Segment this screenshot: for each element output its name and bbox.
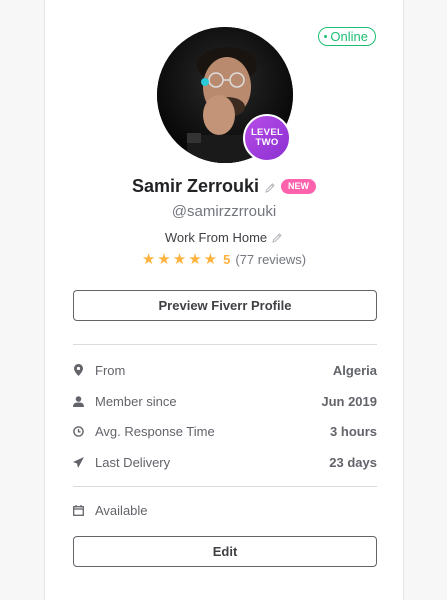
seller-tagline: Work From Home (164, 230, 268, 245)
review-count[interactable]: (77 reviews) (235, 252, 306, 267)
online-label: Online (330, 29, 368, 44)
online-status-badge: Online (318, 27, 376, 46)
edit-name-pencil-icon[interactable] (264, 181, 276, 193)
seller-level-badge: LEVEL TWO (243, 114, 291, 162)
level-line-2: TWO (255, 137, 279, 148)
stat-member-since: Member since Jun 2019 (73, 392, 377, 410)
stat-label: Last Delivery (95, 454, 171, 470)
stat-last-delivery: Last Delivery 23 days (73, 453, 377, 471)
divider (73, 344, 377, 345)
stat-from: From Algeria (73, 361, 377, 379)
availability-label: Available (95, 503, 148, 518)
stat-value: 3 hours (330, 423, 377, 439)
rating-value: 5 (223, 252, 231, 267)
seller-profile-card: Online LEVEL TWO Samir Zerrouki NEW @sam… (44, 0, 404, 600)
divider (73, 486, 377, 487)
star-icon: ★ (172, 251, 187, 268)
seller-username: @samirzzrrouki (171, 203, 277, 220)
online-dot-icon (324, 35, 328, 38)
new-seller-badge: NEW (281, 179, 317, 194)
tagline-row: Work From Home (45, 230, 403, 245)
preview-profile-button[interactable]: Preview Fiverr Profile (73, 290, 377, 321)
edit-button[interactable]: Edit (73, 536, 377, 567)
stat-label: From (95, 362, 126, 378)
paper-plane-icon (73, 456, 84, 468)
edit-tagline-pencil-icon[interactable] (271, 232, 283, 244)
stat-value: Jun 2019 (321, 393, 377, 409)
star-icon: ★ (141, 251, 156, 268)
name-row: Samir Zerrouki NEW (45, 176, 403, 197)
clock-icon (73, 425, 84, 437)
stat-value: 23 days (329, 454, 377, 470)
star-icon: ★ (188, 251, 202, 268)
rating-row: ★ ★ ★ ★ ★ 5 (77 reviews) (45, 252, 403, 267)
stat-label: Member since (95, 393, 177, 409)
avatar-container[interactable]: LEVEL TWO (157, 27, 293, 163)
stat-value: Algeria (332, 362, 377, 378)
availability-row: Available (73, 503, 148, 518)
stat-response-time: Avg. Response Time 3 hours (73, 422, 377, 440)
seller-name: Samir Zerrouki (131, 176, 260, 196)
calendar-icon (73, 505, 85, 516)
stat-label: Avg. Response Time (95, 423, 215, 439)
star-icon: ★ (203, 251, 218, 268)
star-icon: ★ (157, 251, 171, 268)
user-icon (73, 395, 84, 407)
location-pin-icon (73, 364, 84, 376)
